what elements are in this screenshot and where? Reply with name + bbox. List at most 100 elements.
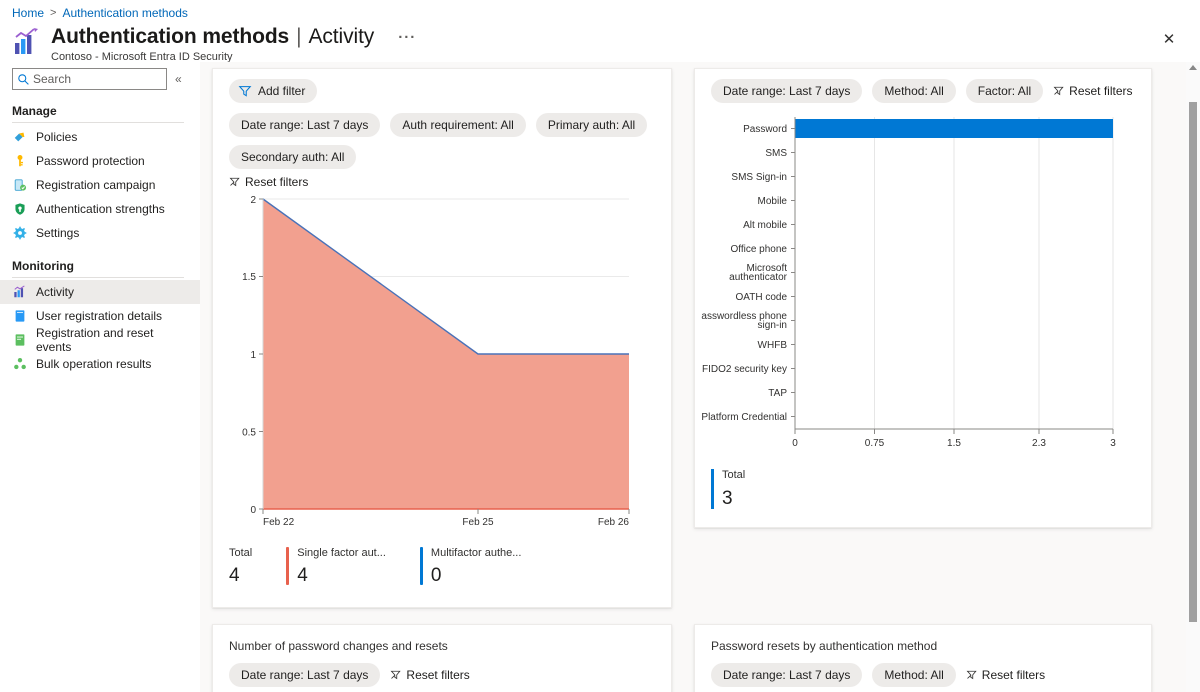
- bar-chart-svg: Password SMS SMS Sign-in Mobile Alt mobi…: [695, 117, 1116, 449]
- reset-filters-label: Reset filters: [1069, 84, 1133, 98]
- sidebar-item-label: User registration details: [36, 309, 163, 323]
- method-breakdown-card: Date range: Last 7 days Method: All Fact…: [694, 68, 1152, 528]
- filter-pill-date-range[interactable]: Date range: Last 7 days: [229, 113, 381, 137]
- password-resets-title: Password resets by authentication method: [711, 639, 938, 653]
- close-icon[interactable]: ✕: [1158, 28, 1180, 50]
- filter-pill-method[interactable]: Method: All: [872, 79, 956, 103]
- y-tick-label-3: 1.5: [242, 272, 256, 283]
- area-chart-svg: 2 1.5 1 0.5 0 Feb 22 Feb 25 Feb 26: [242, 195, 630, 528]
- add-filter-button[interactable]: Add filter: [229, 79, 318, 103]
- sidebar-item-label: Password protection: [36, 154, 145, 168]
- gear-icon: [12, 226, 27, 241]
- filter-pill-auth-requirement[interactable]: Auth requirement: All: [390, 113, 526, 137]
- search-box[interactable]: [12, 68, 167, 90]
- bar-category-label-password: Password: [743, 124, 787, 135]
- more-options-button[interactable]: ···: [393, 28, 421, 47]
- user-registration-icon: [12, 309, 27, 324]
- page-header: Authentication methods | Activity ··· Co…: [12, 24, 421, 63]
- shield-icon: [12, 202, 27, 217]
- x-tick-label-2: Feb 26: [598, 517, 630, 528]
- method-total-label: Total: [722, 469, 746, 481]
- kpi-total-label: Total: [229, 547, 253, 559]
- filter-pill-primary-auth[interactable]: Primary auth: All: [535, 113, 648, 137]
- bar-x-tick-3: 2.3: [1032, 438, 1046, 449]
- reset-filters-label: Reset filters: [981, 668, 1046, 682]
- filter-pill-date-range[interactable]: Date range: Last 7 days: [711, 663, 863, 687]
- y-tick-label-4: 2: [250, 195, 256, 206]
- breadcrumb-current[interactable]: Authentication methods: [62, 6, 187, 20]
- bulk-operations-icon: [12, 357, 27, 372]
- scroll-up-arrow-icon[interactable]: [1189, 65, 1197, 70]
- reset-filters-label: Reset filters: [245, 175, 309, 189]
- filter-pill-secondary-auth[interactable]: Secondary auth: All: [229, 145, 357, 169]
- sidebar-item-label: Settings: [36, 226, 80, 240]
- collapse-sidebar-button[interactable]: «: [173, 70, 184, 88]
- sidebar-item-registration-campaign[interactable]: Registration campaign: [0, 173, 200, 197]
- bar-category-label-microsoft-authenticator-2: authenticator: [729, 272, 787, 283]
- bar-category-label-sms-sign-in: SMS Sign-in: [731, 172, 787, 183]
- reset-filter-icon: [229, 177, 240, 187]
- password-resets-filter-pills: Date range: Last 7 days Method: All Rese…: [695, 653, 1151, 687]
- sidebar-item-settings[interactable]: Settings: [0, 221, 200, 245]
- breadcrumb-separator: >: [50, 7, 57, 19]
- vertical-scrollbar[interactable]: [1186, 62, 1200, 692]
- add-filter-label: Add filter: [258, 84, 306, 98]
- key-icon: [12, 154, 27, 169]
- bar-category-label-mobile: Mobile: [758, 196, 788, 207]
- nav-divider: [12, 122, 184, 123]
- reset-filters-button[interactable]: Reset filters: [390, 668, 470, 682]
- bar-x-tick-1: 0.75: [865, 438, 885, 449]
- search-input[interactable]: [33, 69, 166, 89]
- sidebar-item-label: Activity: [36, 285, 75, 299]
- filter-pill-date-range[interactable]: Date range: Last 7 days: [229, 663, 381, 687]
- y-tick-label-1: 0.5: [242, 428, 256, 439]
- bar-category-label-oath-code: OATH code: [736, 292, 788, 303]
- password-changes-title: Number of password changes and resets: [229, 639, 448, 653]
- sidebar-item-bulk-operation-results[interactable]: Bulk operation results: [0, 352, 200, 376]
- password-changes-filter-pills: Date range: Last 7 days Reset filters: [213, 653, 671, 687]
- registration-campaign-icon: [12, 178, 27, 193]
- reset-filters-button[interactable]: Reset filters: [1053, 84, 1133, 98]
- reset-filters-label: Reset filters: [406, 668, 470, 682]
- auth-kpi-row: Total 4 Single factor aut... 4 Multifact…: [229, 547, 555, 585]
- kpi-single-factor-label: Single factor aut...: [297, 547, 386, 559]
- kpi-single-factor: Single factor aut... 4: [286, 547, 420, 585]
- sidebar-item-label: Bulk operation results: [36, 357, 152, 371]
- page-title: Authentication methods | Activity ···: [51, 24, 421, 50]
- bar-x-tick-2: 1.5: [947, 438, 961, 449]
- breadcrumb-home[interactable]: Home: [12, 6, 44, 20]
- sidebar-item-policies[interactable]: Policies: [0, 125, 200, 149]
- kpi-total-value: 4: [229, 565, 240, 586]
- filter-pill-date-range[interactable]: Date range: Last 7 days: [711, 79, 863, 103]
- password-changes-card: Number of password changes and resets Da…: [212, 624, 672, 692]
- x-tick-label-0: Feb 22: [263, 517, 295, 528]
- kpi-total: Total 4: [229, 547, 286, 585]
- bar-category-label-passwordless-phone-sign-in-2: sign-in: [758, 320, 787, 331]
- y-tick-label-2: 1: [250, 350, 256, 361]
- filter-pill-method[interactable]: Method: All: [872, 663, 956, 687]
- sidebar-item-user-registration-details[interactable]: User registration details: [0, 304, 200, 328]
- reset-filter-icon: [390, 670, 402, 680]
- search-icon: [18, 74, 29, 85]
- scrollbar-thumb[interactable]: [1189, 102, 1197, 622]
- bar-category-label-tap: TAP: [768, 388, 787, 399]
- filter-pill-factor[interactable]: Factor: All: [965, 79, 1044, 103]
- policies-icon: [12, 130, 27, 145]
- registration-events-icon: [12, 333, 27, 348]
- reset-filters-button[interactable]: Reset filters: [966, 668, 1045, 682]
- y-tick-label-0: 0: [250, 505, 256, 516]
- bar-category-label-whfb: WHFB: [758, 340, 788, 351]
- sidebar-item-password-protection[interactable]: Password protection: [0, 149, 200, 173]
- auth-filter-pills: Date range: Last 7 days Auth requirement…: [213, 103, 671, 169]
- bar-category-label-platform-credential: Platform Credential: [701, 412, 787, 423]
- sidebar-item-registration-and-reset-events[interactable]: Registration and reset events: [0, 326, 200, 354]
- sidebar-item-authentication-strengths[interactable]: Authentication strengths: [0, 197, 200, 221]
- reset-filters-button[interactable]: Reset filters: [229, 175, 308, 189]
- sidebar-item-activity[interactable]: Activity: [0, 280, 200, 304]
- method-bar-chart: Password SMS SMS Sign-in Mobile Alt mobi…: [695, 107, 1149, 497]
- kpi-single-factor-value: 4: [297, 565, 308, 586]
- authentication-activity-card: Add filter Date range: Last 7 days Auth …: [212, 68, 672, 608]
- kpi-single-factor-color-bar: [286, 547, 290, 585]
- bar-category-label-fido2-security-key: FIDO2 security key: [702, 364, 787, 375]
- authentication-methods-icon: [12, 27, 42, 57]
